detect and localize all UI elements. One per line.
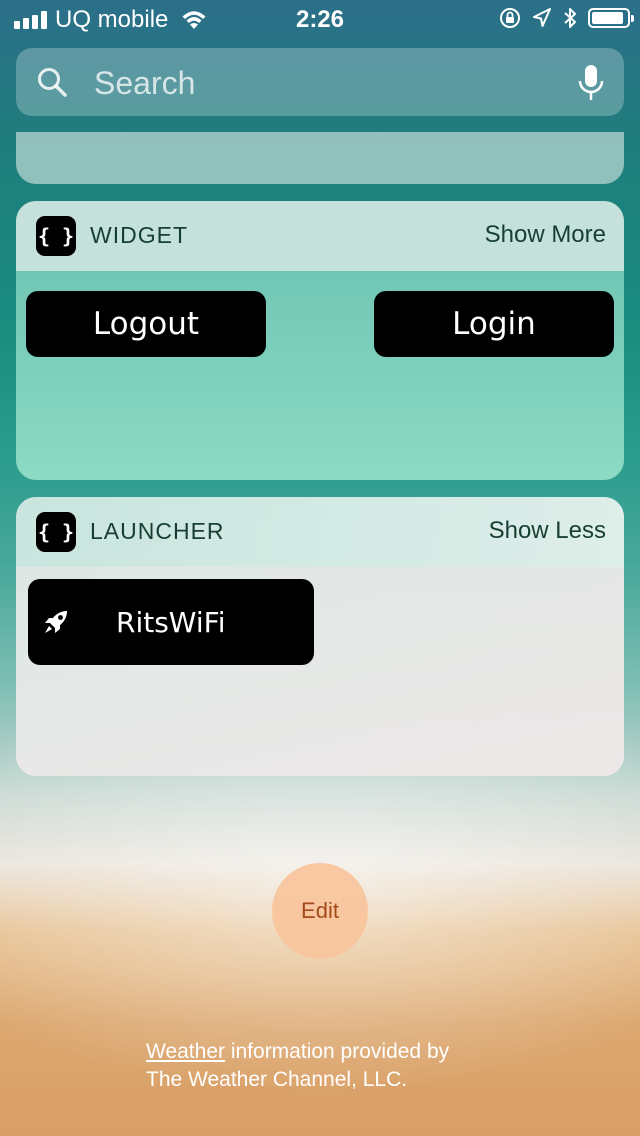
login-button[interactable]: Login <box>374 291 614 357</box>
attribution-text: information provided by <box>225 1040 450 1063</box>
battery-level <box>592 12 624 24</box>
show-more-button[interactable]: Show More <box>485 221 606 249</box>
widget-card-launcher: { } LAUNCHER Show Less RitsWiFi <box>16 497 624 776</box>
logout-button[interactable]: Logout <box>26 291 266 357</box>
show-less-button[interactable]: Show Less <box>489 517 606 545</box>
braces-app-icon: { } <box>36 216 76 256</box>
status-right <box>498 6 634 30</box>
search-input[interactable]: Search <box>94 65 195 102</box>
attribution-provider: The Weather Channel, LLC. <box>146 1068 408 1091</box>
search-bar[interactable]: Search <box>16 48 624 116</box>
widget-header: { } WIDGET Show More <box>16 201 624 271</box>
weather-attribution: Weather information provided by The Weat… <box>146 1038 566 1094</box>
launcher-title: LAUNCHER <box>90 518 225 544</box>
bluetooth-icon <box>564 8 576 28</box>
braces-app-icon: { } <box>36 512 76 552</box>
search-icon <box>38 68 67 97</box>
rocket-icon <box>45 611 67 633</box>
widget-card-widget: { } WIDGET Show More Logout Login <box>16 201 624 480</box>
launcher-body: RitsWiFi <box>16 567 624 776</box>
battery-icon <box>588 8 634 28</box>
weather-link[interactable]: Weather <box>146 1040 225 1063</box>
status-bar: UQ mobile 2:26 <box>0 0 640 40</box>
widget-title: WIDGET <box>90 222 188 248</box>
previous-widget-fragment <box>16 132 624 184</box>
launcher-item-label: RitsWiFi <box>116 605 226 639</box>
widget-body: Logout Login <box>16 271 624 480</box>
launcher-item-ritswifi[interactable]: RitsWiFi <box>28 579 314 665</box>
launcher-header: { } LAUNCHER Show Less <box>16 497 624 567</box>
microphone-icon[interactable] <box>578 64 604 102</box>
edit-button[interactable]: Edit <box>272 863 368 959</box>
location-arrow-icon <box>533 8 551 27</box>
orientation-lock-icon <box>500 8 520 28</box>
